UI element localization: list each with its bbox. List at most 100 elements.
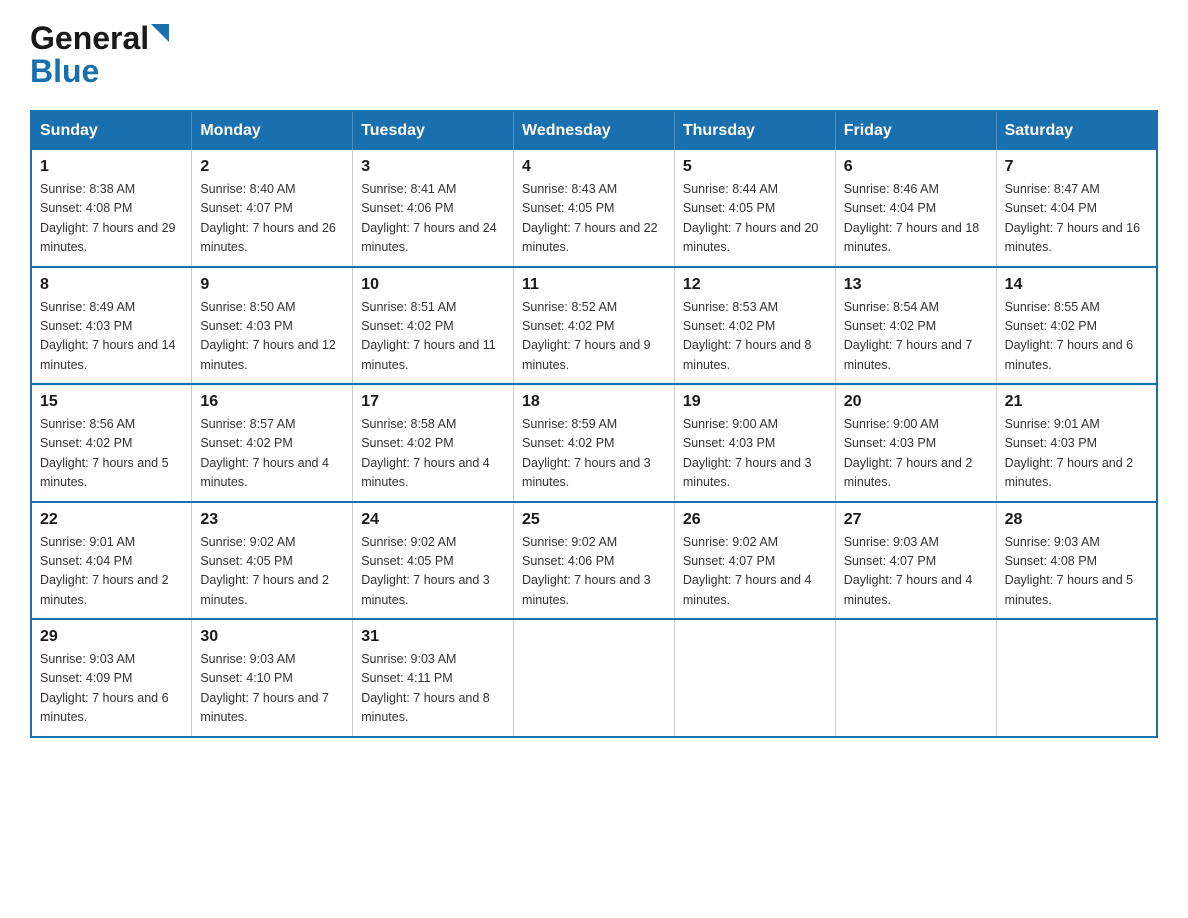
day-cell: 8 Sunrise: 8:49 AMSunset: 4:03 PMDaylight… [31, 267, 192, 385]
day-info: Sunrise: 8:58 AMSunset: 4:02 PMDaylight:… [361, 415, 505, 493]
day-cell: 29 Sunrise: 9:03 AMSunset: 4:09 PMDayligh… [31, 619, 192, 737]
day-info: Sunrise: 8:47 AMSunset: 4:04 PMDaylight:… [1005, 180, 1148, 258]
day-number: 17 [361, 393, 505, 411]
day-number: 22 [40, 511, 183, 529]
day-info: Sunrise: 8:57 AMSunset: 4:02 PMDaylight:… [200, 415, 344, 493]
col-header-saturday: Saturday [996, 111, 1157, 150]
day-number: 30 [200, 628, 344, 646]
day-number: 27 [844, 511, 988, 529]
week-row-3: 15Sunrise: 8:56 AMSunset: 4:02 PMDayligh… [31, 384, 1157, 502]
day-cell: 9 Sunrise: 8:50 AMSunset: 4:03 PMDaylight… [192, 267, 353, 385]
day-cell: 21 Sunrise: 9:01 AMSunset: 4:03 PMDayligh… [996, 384, 1157, 502]
day-number: 12 [683, 276, 827, 294]
day-info: Sunrise: 9:03 AMSunset: 4:08 PMDaylight:… [1005, 533, 1148, 611]
day-number: 4 [522, 158, 666, 176]
day-info: Sunrise: 8:41 AMSunset: 4:06 PMDaylight:… [361, 180, 505, 258]
col-header-sunday: Sunday [31, 111, 192, 150]
day-info: Sunrise: 9:00 AMSunset: 4:03 PMDaylight:… [844, 415, 988, 493]
day-number: 9 [200, 276, 344, 294]
logo-blue: Blue [30, 53, 99, 90]
logo-arrow-icon [151, 24, 183, 56]
day-cell: 13 Sunrise: 8:54 AMSunset: 4:02 PMDayligh… [835, 267, 996, 385]
day-info: Sunrise: 8:43 AMSunset: 4:05 PMDaylight:… [522, 180, 666, 258]
day-cell: 7 Sunrise: 8:47 AMSunset: 4:04 PMDaylight… [996, 150, 1157, 267]
col-header-tuesday: Tuesday [353, 111, 514, 150]
day-number: 6 [844, 158, 988, 176]
day-info: Sunrise: 9:03 AMSunset: 4:07 PMDaylight:… [844, 533, 988, 611]
day-number: 31 [361, 628, 505, 646]
week-row-1: 1 Sunrise: 8:38 AMSunset: 4:08 PMDaylight… [31, 150, 1157, 267]
day-info: Sunrise: 9:01 AMSunset: 4:04 PMDaylight:… [40, 533, 183, 611]
day-info: Sunrise: 8:54 AMSunset: 4:02 PMDaylight:… [844, 298, 988, 376]
day-number: 21 [1005, 393, 1148, 411]
day-cell: 20 Sunrise: 9:00 AMSunset: 4:03 PMDayligh… [835, 384, 996, 502]
day-cell: 25Sunrise: 9:02 AMSunset: 4:06 PMDayligh… [514, 502, 675, 620]
day-number: 7 [1005, 158, 1148, 176]
calendar-table: SundayMondayTuesdayWednesdayThursdayFrid… [30, 110, 1158, 738]
day-cell: 3 Sunrise: 8:41 AMSunset: 4:06 PMDaylight… [353, 150, 514, 267]
day-cell: 19Sunrise: 9:00 AMSunset: 4:03 PMDayligh… [674, 384, 835, 502]
week-row-4: 22 Sunrise: 9:01 AMSunset: 4:04 PMDayligh… [31, 502, 1157, 620]
day-number: 16 [200, 393, 344, 411]
day-cell [514, 619, 675, 737]
day-info: Sunrise: 9:01 AMSunset: 4:03 PMDaylight:… [1005, 415, 1148, 493]
logo: General Blue [30, 20, 183, 90]
day-number: 11 [522, 276, 666, 294]
calendar-header-row: SundayMondayTuesdayWednesdayThursdayFrid… [31, 111, 1157, 150]
day-cell [835, 619, 996, 737]
col-header-monday: Monday [192, 111, 353, 150]
page-header: General Blue [30, 20, 1158, 90]
day-info: Sunrise: 8:40 AMSunset: 4:07 PMDaylight:… [200, 180, 344, 258]
day-number: 5 [683, 158, 827, 176]
col-header-thursday: Thursday [674, 111, 835, 150]
day-cell: 16 Sunrise: 8:57 AMSunset: 4:02 PMDayligh… [192, 384, 353, 502]
day-info: Sunrise: 8:56 AMSunset: 4:02 PMDaylight:… [40, 415, 183, 493]
day-info: Sunrise: 9:02 AMSunset: 4:07 PMDaylight:… [683, 533, 827, 611]
day-cell: 27 Sunrise: 9:03 AMSunset: 4:07 PMDayligh… [835, 502, 996, 620]
day-info: Sunrise: 9:03 AMSunset: 4:10 PMDaylight:… [200, 650, 344, 728]
day-info: Sunrise: 8:38 AMSunset: 4:08 PMDaylight:… [40, 180, 183, 258]
day-info: Sunrise: 8:50 AMSunset: 4:03 PMDaylight:… [200, 298, 344, 376]
day-number: 28 [1005, 511, 1148, 529]
day-number: 10 [361, 276, 505, 294]
day-cell [674, 619, 835, 737]
day-info: Sunrise: 9:03 AMSunset: 4:09 PMDaylight:… [40, 650, 183, 728]
day-info: Sunrise: 8:55 AMSunset: 4:02 PMDaylight:… [1005, 298, 1148, 376]
day-info: Sunrise: 9:02 AMSunset: 4:05 PMDaylight:… [361, 533, 505, 611]
day-info: Sunrise: 8:44 AMSunset: 4:05 PMDaylight:… [683, 180, 827, 258]
day-cell: 2 Sunrise: 8:40 AMSunset: 4:07 PMDaylight… [192, 150, 353, 267]
day-cell: 12 Sunrise: 8:53 AMSunset: 4:02 PMDayligh… [674, 267, 835, 385]
week-row-5: 29 Sunrise: 9:03 AMSunset: 4:09 PMDayligh… [31, 619, 1157, 737]
day-number: 20 [844, 393, 988, 411]
day-number: 8 [40, 276, 183, 294]
day-number: 19 [683, 393, 827, 411]
day-cell: 26 Sunrise: 9:02 AMSunset: 4:07 PMDayligh… [674, 502, 835, 620]
day-cell: 10Sunrise: 8:51 AMSunset: 4:02 PMDayligh… [353, 267, 514, 385]
day-info: Sunrise: 8:53 AMSunset: 4:02 PMDaylight:… [683, 298, 827, 376]
day-cell: 14Sunrise: 8:55 AMSunset: 4:02 PMDayligh… [996, 267, 1157, 385]
day-number: 2 [200, 158, 344, 176]
day-number: 13 [844, 276, 988, 294]
day-info: Sunrise: 8:49 AMSunset: 4:03 PMDaylight:… [40, 298, 183, 376]
day-number: 29 [40, 628, 183, 646]
day-number: 25 [522, 511, 666, 529]
day-number: 18 [522, 393, 666, 411]
day-cell: 23 Sunrise: 9:02 AMSunset: 4:05 PMDayligh… [192, 502, 353, 620]
day-cell: 11Sunrise: 8:52 AMSunset: 4:02 PMDayligh… [514, 267, 675, 385]
day-cell [996, 619, 1157, 737]
day-cell: 22 Sunrise: 9:01 AMSunset: 4:04 PMDayligh… [31, 502, 192, 620]
day-cell: 28 Sunrise: 9:03 AMSunset: 4:08 PMDayligh… [996, 502, 1157, 620]
day-cell: 24 Sunrise: 9:02 AMSunset: 4:05 PMDayligh… [353, 502, 514, 620]
day-cell: 17 Sunrise: 8:58 AMSunset: 4:02 PMDayligh… [353, 384, 514, 502]
day-number: 23 [200, 511, 344, 529]
day-cell: 4 Sunrise: 8:43 AMSunset: 4:05 PMDaylight… [514, 150, 675, 267]
day-info: Sunrise: 8:59 AMSunset: 4:02 PMDaylight:… [522, 415, 666, 493]
day-number: 24 [361, 511, 505, 529]
day-info: Sunrise: 9:03 AMSunset: 4:11 PMDaylight:… [361, 650, 505, 728]
day-number: 26 [683, 511, 827, 529]
day-number: 3 [361, 158, 505, 176]
day-cell: 5 Sunrise: 8:44 AMSunset: 4:05 PMDaylight… [674, 150, 835, 267]
day-number: 1 [40, 158, 183, 176]
day-info: Sunrise: 9:02 AMSunset: 4:05 PMDaylight:… [200, 533, 344, 611]
day-cell: 18 Sunrise: 8:59 AMSunset: 4:02 PMDayligh… [514, 384, 675, 502]
